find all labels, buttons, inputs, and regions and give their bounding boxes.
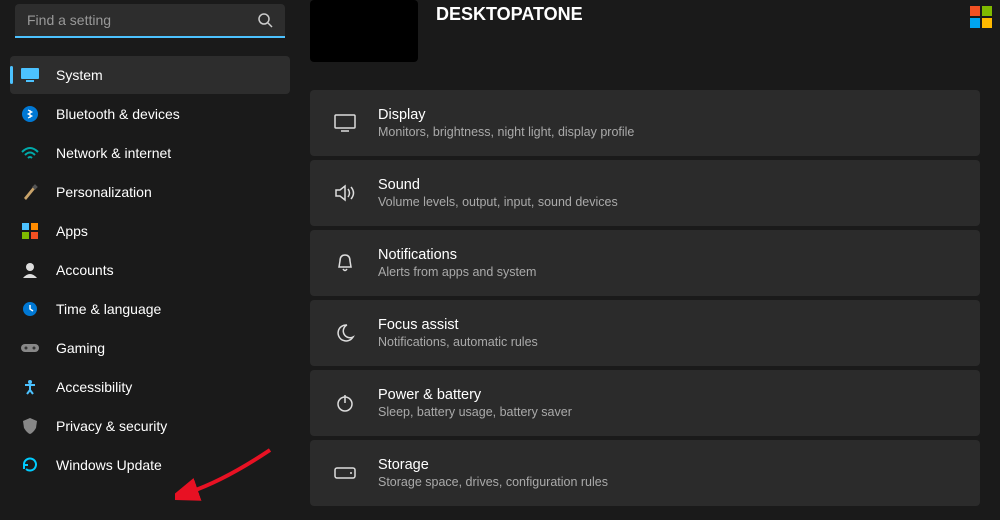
card-focus-assist[interactable]: Focus assist Notifications, automatic rul…	[310, 300, 980, 366]
card-title: Power & battery	[378, 387, 572, 403]
card-sub: Alerts from apps and system	[378, 265, 536, 279]
windows-logo-icon	[970, 6, 992, 28]
storage-icon	[330, 467, 360, 479]
card-sub: Notifications, automatic rules	[378, 335, 538, 349]
power-icon	[330, 393, 360, 413]
search-input[interactable]: Find a setting	[15, 4, 285, 38]
card-sub: Monitors, brightness, night light, displ…	[378, 125, 634, 139]
card-sub: Volume levels, output, input, sound devi…	[378, 195, 618, 209]
card-storage[interactable]: Storage Storage space, drives, configurat…	[310, 440, 980, 506]
sidebar-item-label: Accessibility	[56, 379, 132, 395]
brush-icon	[20, 182, 40, 202]
sidebar-item-network[interactable]: Network & internet	[10, 134, 290, 172]
sidebar-item-accessibility[interactable]: Accessibility	[10, 368, 290, 406]
card-display[interactable]: Display Monitors, brightness, night light…	[310, 90, 980, 156]
sidebar-item-system[interactable]: System	[10, 56, 290, 94]
sidebar-item-gaming[interactable]: Gaming	[10, 329, 290, 367]
moon-icon	[330, 323, 360, 343]
card-sub: Storage space, drives, configuration rul…	[378, 475, 608, 489]
card-power[interactable]: Power & battery Sleep, battery usage, bat…	[310, 370, 980, 436]
card-title: Focus assist	[378, 317, 538, 333]
person-icon	[20, 260, 40, 280]
accessibility-icon	[20, 377, 40, 397]
search-icon	[257, 12, 273, 28]
sidebar-item-windows-update[interactable]: Windows Update	[10, 446, 290, 484]
card-title: Display	[378, 107, 634, 123]
sidebar: Find a setting System Bluetooth & device…	[0, 0, 300, 512]
card-title: Notifications	[378, 247, 536, 263]
display-icon	[330, 114, 360, 132]
shield-icon	[20, 416, 40, 436]
sidebar-item-privacy[interactable]: Privacy & security	[10, 407, 290, 445]
sidebar-item-label: Personalization	[56, 184, 152, 200]
sidebar-item-label: Apps	[56, 223, 88, 239]
clock-icon	[20, 299, 40, 319]
sidebar-item-accounts[interactable]: Accounts	[10, 251, 290, 289]
sound-icon	[330, 184, 360, 202]
sidebar-item-label: System	[56, 67, 103, 83]
bell-icon	[330, 253, 360, 273]
sidebar-item-label: Accounts	[56, 262, 114, 278]
wifi-icon	[20, 143, 40, 163]
sidebar-item-label: Privacy & security	[56, 418, 167, 434]
settings-cards: Display Monitors, brightness, night light…	[310, 90, 980, 506]
user-avatar[interactable]	[310, 0, 418, 62]
sidebar-item-label: Windows Update	[56, 457, 162, 473]
gamepad-icon	[20, 338, 40, 358]
sidebar-item-personalization[interactable]: Personalization	[10, 173, 290, 211]
bluetooth-icon	[20, 104, 40, 124]
sidebar-item-label: Network & internet	[56, 145, 171, 161]
card-title: Sound	[378, 177, 618, 193]
pc-name: DESKTOPATONE	[436, 0, 583, 25]
sidebar-item-label: Bluetooth & devices	[56, 106, 180, 122]
header: DESKTOPATONE	[310, 0, 980, 90]
sidebar-item-time[interactable]: Time & language	[10, 290, 290, 328]
sidebar-item-label: Time & language	[56, 301, 161, 317]
sidebar-item-apps[interactable]: Apps	[10, 212, 290, 250]
sidebar-item-label: Gaming	[56, 340, 105, 356]
update-icon	[20, 455, 40, 475]
nav-list: System Bluetooth & devices Network & int…	[10, 56, 290, 484]
card-sound[interactable]: Sound Volume levels, output, input, sound…	[310, 160, 980, 226]
monitor-icon	[20, 65, 40, 85]
main-content: DESKTOPATONE Display Monitors, brightness…	[300, 0, 1000, 512]
card-title: Storage	[378, 457, 608, 473]
card-sub: Sleep, battery usage, battery saver	[378, 405, 572, 419]
search-placeholder: Find a setting	[27, 12, 111, 28]
sidebar-item-bluetooth[interactable]: Bluetooth & devices	[10, 95, 290, 133]
card-notifications[interactable]: Notifications Alerts from apps and system	[310, 230, 980, 296]
apps-icon	[20, 221, 40, 241]
